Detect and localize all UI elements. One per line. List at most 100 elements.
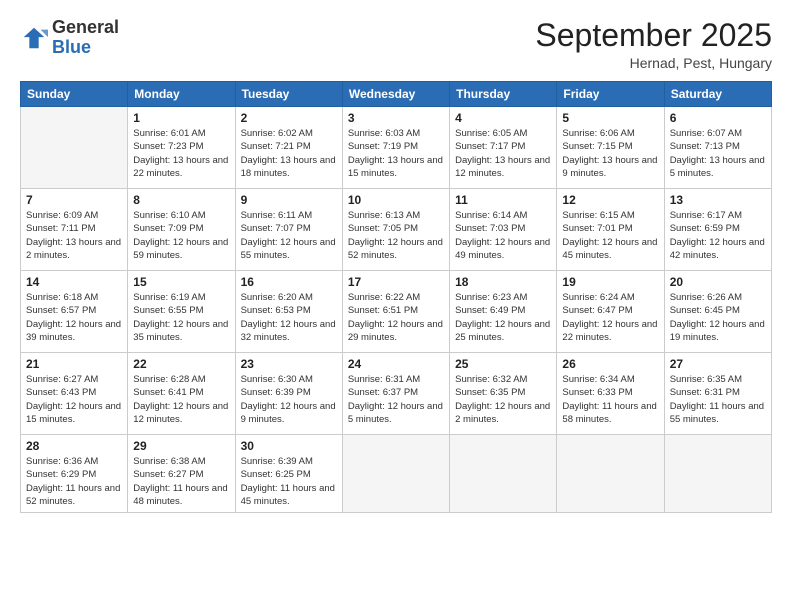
day-number: 16 <box>241 275 337 289</box>
day-number: 10 <box>348 193 444 207</box>
day-number: 26 <box>562 357 658 371</box>
day-number: 2 <box>241 111 337 125</box>
day-info: Sunrise: 6:31 AMSunset: 6:37 PMDaylight:… <box>348 373 444 426</box>
weekday-header: Monday <box>128 82 235 107</box>
day-number: 5 <box>562 111 658 125</box>
day-number: 30 <box>241 439 337 453</box>
calendar-cell: 7 Sunrise: 6:09 AMSunset: 7:11 PMDaylight… <box>21 189 128 271</box>
calendar-cell: 21 Sunrise: 6:27 AMSunset: 6:43 PMDayligh… <box>21 353 128 435</box>
logo-general: General <box>52 17 119 37</box>
calendar-cell: 24 Sunrise: 6:31 AMSunset: 6:37 PMDayligh… <box>342 353 449 435</box>
calendar-cell: 18Sunrise: 6:23 AMSunset: 6:49 PMDayligh… <box>450 271 557 353</box>
day-info: Sunrise: 6:28 AMSunset: 6:41 PMDaylight:… <box>133 373 229 426</box>
calendar-cell: 22Sunrise: 6:28 AMSunset: 6:41 PMDayligh… <box>128 353 235 435</box>
day-number: 24 <box>348 357 444 371</box>
day-number: 12 <box>562 193 658 207</box>
day-number: 9 <box>241 193 337 207</box>
day-number: 25 <box>455 357 551 371</box>
calendar-cell: 28 Sunrise: 6:36 AMSunset: 6:29 PMDayligh… <box>21 435 128 513</box>
day-info: Sunrise: 6:19 AMSunset: 6:55 PMDaylight:… <box>133 291 229 344</box>
day-info: Sunrise: 6:23 AMSunset: 6:49 PMDaylight:… <box>455 291 551 344</box>
day-number: 1 <box>133 111 229 125</box>
day-info: Sunrise: 6:35 AMSunset: 6:31 PMDaylight:… <box>670 373 766 426</box>
calendar-cell: 25 Sunrise: 6:32 AMSunset: 6:35 PMDayligh… <box>450 353 557 435</box>
day-info: Sunrise: 6:05 AMSunset: 7:17 PMDaylight:… <box>455 127 551 180</box>
day-number: 21 <box>26 357 122 371</box>
calendar-cell: 19Sunrise: 6:24 AMSunset: 6:47 PMDayligh… <box>557 271 664 353</box>
day-info: Sunrise: 6:09 AMSunset: 7:11 PMDaylight:… <box>26 209 122 262</box>
calendar-cell: 6 Sunrise: 6:07 AMSunset: 7:13 PMDaylight… <box>664 107 771 189</box>
day-number: 17 <box>348 275 444 289</box>
calendar-cell: 4Sunrise: 6:05 AMSunset: 7:17 PMDaylight… <box>450 107 557 189</box>
calendar-cell: 12Sunrise: 6:15 AMSunset: 7:01 PMDayligh… <box>557 189 664 271</box>
day-number: 13 <box>670 193 766 207</box>
calendar-week-row: 21 Sunrise: 6:27 AMSunset: 6:43 PMDayligh… <box>21 353 772 435</box>
calendar-cell: 5 Sunrise: 6:06 AMSunset: 7:15 PMDaylight… <box>557 107 664 189</box>
day-info: Sunrise: 6:27 AMSunset: 6:43 PMDaylight:… <box>26 373 122 426</box>
day-info: Sunrise: 6:38 AMSunset: 6:27 PMDaylight:… <box>133 455 229 508</box>
day-info: Sunrise: 6:01 AMSunset: 7:23 PMDaylight:… <box>133 127 229 180</box>
day-info: Sunrise: 6:14 AMSunset: 7:03 PMDaylight:… <box>455 209 551 262</box>
weekday-header: Friday <box>557 82 664 107</box>
day-info: Sunrise: 6:26 AMSunset: 6:45 PMDaylight:… <box>670 291 766 344</box>
day-info: Sunrise: 6:07 AMSunset: 7:13 PMDaylight:… <box>670 127 766 180</box>
calendar-cell <box>664 435 771 513</box>
calendar-cell: 1 Sunrise: 6:01 AMSunset: 7:23 PMDaylight… <box>128 107 235 189</box>
calendar-cell: 10Sunrise: 6:13 AMSunset: 7:05 PMDayligh… <box>342 189 449 271</box>
calendar-cell: 11 Sunrise: 6:14 AMSunset: 7:03 PMDayligh… <box>450 189 557 271</box>
weekday-header: Wednesday <box>342 82 449 107</box>
calendar-week-row: 7 Sunrise: 6:09 AMSunset: 7:11 PMDaylight… <box>21 189 772 271</box>
day-number: 27 <box>670 357 766 371</box>
calendar-cell <box>21 107 128 189</box>
day-number: 8 <box>133 193 229 207</box>
day-number: 28 <box>26 439 122 453</box>
day-info: Sunrise: 6:02 AMSunset: 7:21 PMDaylight:… <box>241 127 337 180</box>
calendar-week-row: 28 Sunrise: 6:36 AMSunset: 6:29 PMDayligh… <box>21 435 772 513</box>
header: General Blue September 2025 Hernad, Pest… <box>20 18 772 71</box>
day-number: 14 <box>26 275 122 289</box>
calendar-cell: 29Sunrise: 6:38 AMSunset: 6:27 PMDayligh… <box>128 435 235 513</box>
calendar-cell: 2 Sunrise: 6:02 AMSunset: 7:21 PMDaylight… <box>235 107 342 189</box>
calendar-cell: 14 Sunrise: 6:18 AMSunset: 6:57 PMDayligh… <box>21 271 128 353</box>
day-info: Sunrise: 6:11 AMSunset: 7:07 PMDaylight:… <box>241 209 337 262</box>
day-info: Sunrise: 6:24 AMSunset: 6:47 PMDaylight:… <box>562 291 658 344</box>
day-number: 11 <box>455 193 551 207</box>
day-info: Sunrise: 6:18 AMSunset: 6:57 PMDaylight:… <box>26 291 122 344</box>
calendar-header-row: SundayMondayTuesdayWednesdayThursdayFrid… <box>21 82 772 107</box>
calendar-cell: 9 Sunrise: 6:11 AMSunset: 7:07 PMDaylight… <box>235 189 342 271</box>
calendar-cell: 13Sunrise: 6:17 AMSunset: 6:59 PMDayligh… <box>664 189 771 271</box>
location: Hernad, Pest, Hungary <box>535 55 772 71</box>
day-info: Sunrise: 6:06 AMSunset: 7:15 PMDaylight:… <box>562 127 658 180</box>
day-info: Sunrise: 6:34 AMSunset: 6:33 PMDaylight:… <box>562 373 658 426</box>
weekday-header: Sunday <box>21 82 128 107</box>
calendar-cell: 17 Sunrise: 6:22 AMSunset: 6:51 PMDayligh… <box>342 271 449 353</box>
day-info: Sunrise: 6:10 AMSunset: 7:09 PMDaylight:… <box>133 209 229 262</box>
day-info: Sunrise: 6:32 AMSunset: 6:35 PMDaylight:… <box>455 373 551 426</box>
calendar-cell: 8 Sunrise: 6:10 AMSunset: 7:09 PMDaylight… <box>128 189 235 271</box>
calendar-cell: 16 Sunrise: 6:20 AMSunset: 6:53 PMDayligh… <box>235 271 342 353</box>
calendar-cell: 26 Sunrise: 6:34 AMSunset: 6:33 PMDayligh… <box>557 353 664 435</box>
calendar-cell: 27 Sunrise: 6:35 AMSunset: 6:31 PMDayligh… <box>664 353 771 435</box>
calendar-cell: 15Sunrise: 6:19 AMSunset: 6:55 PMDayligh… <box>128 271 235 353</box>
day-number: 7 <box>26 193 122 207</box>
day-number: 20 <box>670 275 766 289</box>
day-info: Sunrise: 6:22 AMSunset: 6:51 PMDaylight:… <box>348 291 444 344</box>
calendar-week-row: 1 Sunrise: 6:01 AMSunset: 7:23 PMDaylight… <box>21 107 772 189</box>
month-title: September 2025 <box>535 18 772 53</box>
day-number: 23 <box>241 357 337 371</box>
weekday-header: Tuesday <box>235 82 342 107</box>
day-info: Sunrise: 6:20 AMSunset: 6:53 PMDaylight:… <box>241 291 337 344</box>
calendar-table: SundayMondayTuesdayWednesdayThursdayFrid… <box>20 81 772 513</box>
title-block: September 2025 Hernad, Pest, Hungary <box>535 18 772 71</box>
day-number: 3 <box>348 111 444 125</box>
day-info: Sunrise: 6:03 AMSunset: 7:19 PMDaylight:… <box>348 127 444 180</box>
day-info: Sunrise: 6:36 AMSunset: 6:29 PMDaylight:… <box>26 455 122 508</box>
weekday-header: Thursday <box>450 82 557 107</box>
day-info: Sunrise: 6:39 AMSunset: 6:25 PMDaylight:… <box>241 455 337 508</box>
logo-blue: Blue <box>52 37 91 57</box>
calendar-cell: 20 Sunrise: 6:26 AMSunset: 6:45 PMDayligh… <box>664 271 771 353</box>
day-info: Sunrise: 6:30 AMSunset: 6:39 PMDaylight:… <box>241 373 337 426</box>
calendar-cell: 3 Sunrise: 6:03 AMSunset: 7:19 PMDaylight… <box>342 107 449 189</box>
calendar-cell: 23 Sunrise: 6:30 AMSunset: 6:39 PMDayligh… <box>235 353 342 435</box>
day-number: 6 <box>670 111 766 125</box>
